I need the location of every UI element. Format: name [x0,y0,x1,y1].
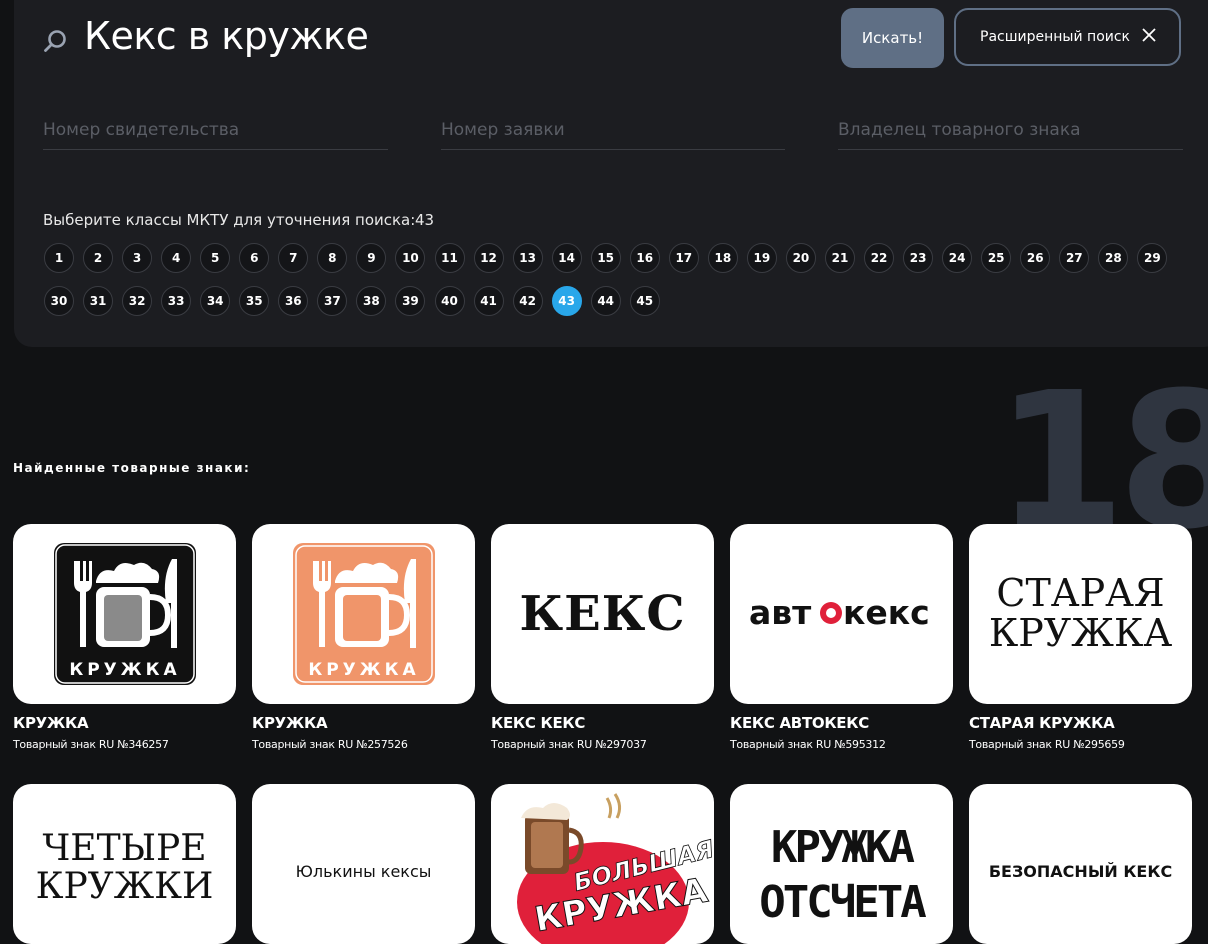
beer-mug-logo: КРУЖКА [53,543,196,685]
card-subtitle: Товарный знак RU №346257 [13,738,169,751]
application-number-field[interactable]: Номер заявки [441,120,785,150]
mktu-class-14[interactable]: 14 [551,243,582,273]
mktu-class-31[interactable]: 31 [83,286,114,316]
mktu-class-32[interactable]: 32 [122,286,153,316]
trademark-card[interactable]: СТАРАЯ КРУЖКА [969,524,1192,704]
card-title: КРУЖКА [13,714,89,732]
mktu-class-11[interactable]: 11 [434,243,465,273]
logo-text: КРУЖКА ОТСЧЕТА [759,822,926,928]
mktu-class-30[interactable]: 30 [44,286,74,316]
mktu-class-34[interactable]: 34 [200,286,231,316]
card-subtitle: Товарный знак RU №595312 [730,738,886,751]
mktu-class-15[interactable]: 15 [590,243,621,273]
mktu-class-22[interactable]: 22 [864,243,895,273]
trademark-card[interactable]: КРУЖКА [252,524,475,704]
card-title: СТАРАЯ КРУЖКА [969,714,1115,732]
trademark-card[interactable]: БЕЗОПАСНЫЙ КЕКС [969,784,1192,944]
advanced-search-button[interactable]: Расширенный поиск [954,8,1181,66]
card-subtitle: Товарный знак RU №297037 [491,738,647,751]
trademark-card[interactable]: Юлькины кексы [252,784,475,944]
mktu-class-42[interactable]: 42 [512,286,543,316]
trademark-card[interactable]: ЧЕТЫРЕ КРУЖКИ [13,784,236,944]
mktu-class-20[interactable]: 20 [785,243,816,273]
mktu-class-1[interactable]: 1 [44,243,74,273]
owner-field[interactable]: Владелец товарного знака [838,120,1183,150]
svg-text:авт: авт [749,593,811,632]
logo-text: БЕЗОПАСНЫЙ КЕКС [988,862,1173,881]
mktu-class-3[interactable]: 3 [122,243,153,273]
close-icon[interactable] [1141,27,1157,43]
advanced-search-label: Расширенный поиск [980,29,1131,45]
mktu-class-17[interactable]: 17 [668,243,699,273]
trademark-card[interactable]: БОЛЬШАЯ КРУЖКА [491,784,714,944]
card-title: КЕКС КЕКС [491,714,586,732]
trademark-card[interactable]: КРУЖКА ОТСЧЕТА [730,784,953,944]
mktu-class-43[interactable]: 43 [551,286,582,316]
big-mug-logo: БОЛЬШАЯ КРУЖКА [517,793,714,944]
trademark-card[interactable]: авт кекс [730,524,953,704]
mktu-class-4[interactable]: 4 [161,243,192,273]
mktu-class-21[interactable]: 21 [825,243,855,273]
mktu-class-41[interactable]: 41 [473,286,504,316]
logo-text: ЧЕТЫРЕ КРУЖКИ [35,828,214,907]
search-button[interactable]: Искать! [841,8,944,68]
card-subtitle: Товарный знак RU №295659 [969,738,1125,751]
trademark-card[interactable]: КЕКС [491,524,714,704]
mktu-class-5[interactable]: 5 [200,243,231,273]
logo-text: Юлькины кексы [295,862,432,881]
logo-text: КЕКС [519,585,686,642]
mktu-class-19[interactable]: 19 [746,243,777,273]
mktu-class-25[interactable]: 25 [981,243,1012,273]
mktu-selected-value: 43 [415,211,435,229]
certificate-number-field[interactable]: Номер свидетельства [43,120,388,150]
mktu-class-45[interactable]: 45 [629,286,660,316]
card-title: КРУЖКА [252,714,328,732]
mktu-class-12[interactable]: 12 [473,243,504,273]
card-title: КЕКС АВТОКЕКС [730,714,869,732]
svg-text:КРУЖКА: КРУЖКА [308,660,419,680]
mktu-class-40[interactable]: 40 [434,286,465,316]
svg-text:кекс: кекс [843,593,930,632]
card-subtitle: Товарный знак RU №257526 [252,738,408,751]
svg-text:КРУЖКА: КРУЖКА [69,660,180,680]
beer-mug-logo: КРУЖКА [292,543,435,685]
mktu-class-23[interactable]: 23 [903,243,934,273]
avtokeks-logo: авт кекс [749,593,930,632]
logo-text: СТАРАЯ КРУЖКА [988,571,1173,655]
mktu-class-16[interactable]: 16 [629,243,660,273]
mktu-class-33[interactable]: 33 [161,286,192,316]
mktu-class-18[interactable]: 18 [707,243,738,273]
search-input[interactable]: Кекс в кружке [84,14,369,58]
mktu-label: Выберите классы МКТУ для уточнения поиск… [43,211,416,229]
mktu-class-13[interactable]: 13 [512,243,543,273]
trademark-card[interactable]: КРУЖКА [13,524,236,704]
mktu-class-44[interactable]: 44 [590,286,621,316]
mktu-class-24[interactable]: 24 [942,243,973,273]
results-heading: Найденные товарные знаки: [13,461,251,475]
mktu-class-2[interactable]: 2 [83,243,114,273]
search-icon [44,30,66,52]
